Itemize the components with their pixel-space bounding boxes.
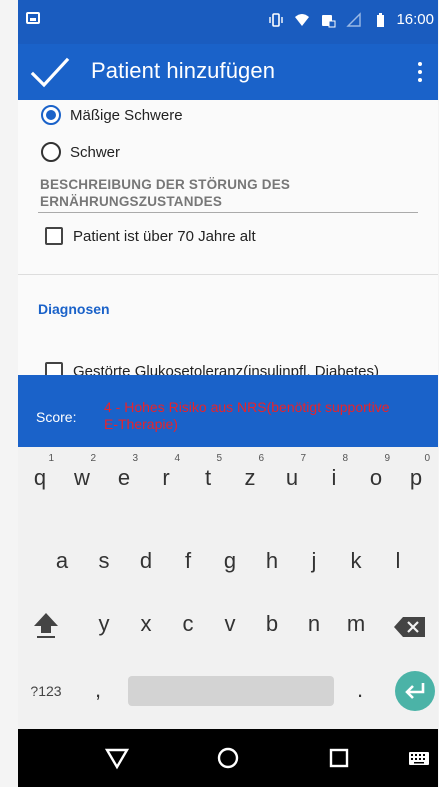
phone-screen: 16:00 Patient hinzufügen Mäßige Schwere …: [18, 0, 438, 787]
key-hint: 5: [216, 453, 222, 464]
key-z[interactable]: 6z: [234, 453, 266, 491]
key-label: i: [331, 465, 337, 490]
key-hint: 9: [384, 453, 390, 464]
score-value: 4 - Hohes Risiko aus NRS(benötigt suppor…: [104, 399, 390, 432]
radio-label: Schwer: [70, 143, 121, 161]
status-icons: [268, 10, 388, 30]
divider: [38, 212, 418, 213]
battery-icon: [377, 13, 384, 27]
key-hint: 0: [424, 453, 430, 464]
divider: [18, 274, 438, 275]
key-a[interactable]: a: [46, 548, 78, 574]
key-v[interactable]: v: [214, 611, 246, 637]
key-k[interactable]: k: [340, 548, 372, 574]
radio-button-checked[interactable]: [41, 105, 61, 125]
radio-label: Mäßige Schwere: [70, 106, 183, 124]
key-hint: 8: [342, 453, 348, 464]
key-q[interactable]: 1q: [24, 453, 56, 491]
key-label: o: [369, 465, 383, 490]
radio-option-maessige-schwere[interactable]: Mäßige Schwere: [41, 105, 183, 125]
key-h[interactable]: h: [256, 548, 288, 574]
age-checkbox[interactable]: [45, 227, 63, 245]
key-t[interactable]: 5t: [192, 453, 224, 491]
radio-button[interactable]: [41, 142, 61, 162]
key-c[interactable]: c: [172, 611, 204, 637]
key-hint: 6: [258, 453, 264, 464]
back-icon[interactable]: [104, 745, 130, 771]
key-e[interactable]: 3e: [108, 453, 140, 491]
key-label: u: [285, 465, 299, 490]
check-icon[interactable]: [28, 52, 72, 92]
more-vert-icon[interactable]: [408, 56, 432, 88]
key-o[interactable]: 9o: [360, 453, 392, 491]
age-checkbox-label: Patient ist über 70 Jahre alt: [73, 227, 256, 245]
key-hint: 3: [132, 453, 138, 464]
key-p[interactable]: 0p: [400, 453, 432, 491]
key-j[interactable]: j: [298, 548, 330, 574]
form-content: Mäßige Schwere Schwer BESCHREIBUNG DER S…: [18, 100, 438, 375]
key-r[interactable]: 4r: [150, 453, 182, 491]
key-y[interactable]: y: [88, 611, 120, 637]
key-l[interactable]: l: [382, 548, 414, 574]
key-x[interactable]: x: [130, 611, 162, 637]
key-hint: 4: [174, 453, 180, 464]
symbols-key[interactable]: ?123: [26, 683, 66, 699]
score-bar: Score: 4 - Hohes Risiko aus NRS(benötigt…: [18, 375, 438, 447]
enter-key[interactable]: [395, 671, 435, 711]
period-key[interactable]: .: [350, 677, 370, 703]
image-notification-icon: [26, 12, 40, 24]
key-g[interactable]: g: [214, 548, 246, 574]
backspace-icon[interactable]: [393, 615, 427, 639]
diagnosis-checkbox-row[interactable]: Gestörte Glukosetoleranz(insulinpfl. Dia…: [45, 362, 379, 375]
page-title: Patient hinzufügen: [91, 58, 276, 83]
app-bar: Patient hinzufügen: [18, 44, 438, 100]
key-label: p: [409, 465, 423, 490]
key-label: z: [244, 465, 256, 490]
enter-icon: [405, 683, 425, 699]
key-f[interactable]: f: [172, 548, 204, 574]
home-icon[interactable]: [215, 745, 241, 771]
key-label: q: [33, 465, 47, 490]
status-bar: 16:00: [18, 0, 438, 44]
key-d[interactable]: d: [130, 548, 162, 574]
diagnosen-section-header: Diagnosen: [38, 301, 110, 317]
key-i[interactable]: 8i: [318, 453, 350, 491]
radio-option-schwer[interactable]: Schwer: [41, 142, 120, 162]
key-hint: 1: [48, 453, 54, 464]
key-w[interactable]: 2w: [66, 453, 98, 491]
age-checkbox-row[interactable]: Patient ist über 70 Jahre alt: [45, 227, 256, 245]
score-label: Score:: [36, 409, 77, 425]
key-label: w: [74, 465, 90, 490]
key-hint: 7: [300, 453, 306, 464]
key-b[interactable]: b: [256, 611, 288, 637]
recents-icon[interactable]: [326, 745, 352, 771]
shift-icon[interactable]: [30, 609, 62, 641]
key-label: t: [204, 465, 212, 490]
navigation-bar: [18, 729, 438, 787]
key-m[interactable]: m: [340, 611, 372, 637]
key-label: r: [162, 465, 170, 490]
diagnosis-checkbox-label: Gestörte Glukosetoleranz(insulinpfl. Dia…: [73, 362, 379, 376]
description-section-header: BESCHREIBUNG DER STÖRUNG DES ERNÄHRUNGSZ…: [40, 177, 291, 209]
comma-key[interactable]: ,: [88, 677, 108, 703]
key-hint: 2: [90, 453, 96, 464]
key-s[interactable]: s: [88, 548, 120, 574]
diagnosis-checkbox[interactable]: [45, 362, 63, 375]
vibrate-icon: [269, 13, 283, 27]
wifi-icon: [295, 14, 309, 26]
key-n[interactable]: n: [298, 611, 330, 637]
key-u[interactable]: 7u: [276, 453, 308, 491]
space-key[interactable]: [128, 676, 334, 706]
keyboard-switch-icon[interactable]: [406, 745, 432, 771]
soft-keyboard: 1q 2w 3e 4r 5t 6z 7u 8i 9o 0p a s d f g …: [18, 447, 438, 729]
data-saver-icon: [322, 15, 336, 28]
signal-icon: [346, 12, 361, 27]
key-label: e: [117, 465, 131, 490]
status-time: 16:00: [396, 11, 434, 28]
